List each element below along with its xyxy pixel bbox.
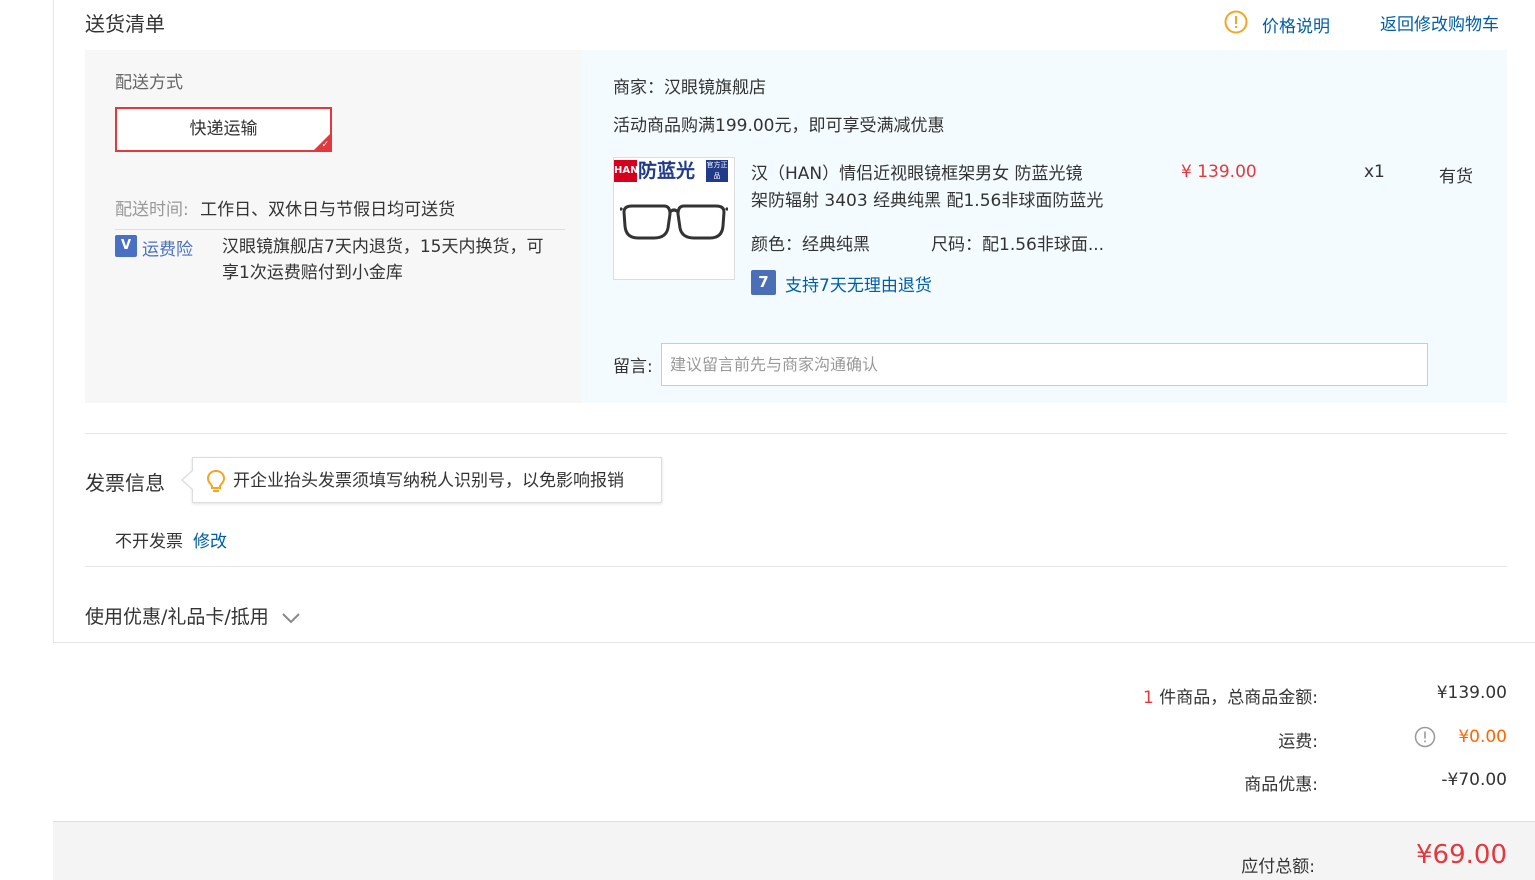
- product-name-line2: 架防辐射 3403 经典纯黑 配1.56非球面防蓝光: [751, 191, 1104, 211]
- lightbulb-icon: [206, 469, 226, 492]
- product-name[interactable]: 汉（HAN）情侣近视眼镜框架男女 防蓝光镜 架防辐射 3403 经典纯黑 配1.…: [751, 161, 1161, 215]
- freight-insurance-desc-line1: 汉眼镜旗舰店7天内退货，15天内换货，可: [222, 237, 544, 257]
- product-price: ¥ 139.00: [1181, 162, 1257, 182]
- discount-label: 商品优惠:: [1244, 775, 1318, 795]
- message-label: 留言:: [613, 357, 653, 377]
- stock-status: 有货: [1439, 167, 1473, 187]
- express-shipping-button[interactable]: 快递运输 ✓: [115, 107, 332, 152]
- check-icon: ✓: [321, 140, 329, 150]
- delivery-time-value: 工作日、双休日与节假日均可送货: [200, 200, 456, 220]
- freight-insurance-desc: 汉眼镜旗舰店7天内退货，15天内换货，可 享1次运费赔付到小金库: [222, 234, 543, 286]
- product-size: 尺码：配1.56非球面...: [931, 235, 1105, 255]
- discount-value: -¥70.00: [1441, 770, 1507, 790]
- message-input[interactable]: 建议留言前先与商家沟通确认: [661, 343, 1428, 386]
- left-divider: [53, 0, 54, 643]
- invoice-tip-text: 开企业抬头发票须填写纳税人识别号，以免影响报销: [233, 471, 624, 491]
- brand-logo: HAN: [614, 160, 638, 182]
- item-count: 1: [1143, 688, 1154, 708]
- shield-icon: V: [115, 235, 137, 257]
- product-thumbnail[interactable]: HAN 防蓝光 官方正品: [613, 157, 735, 280]
- delivery-divider: [115, 229, 565, 230]
- shipping-value: ¥0.00: [1458, 727, 1507, 747]
- invoice-tip: 开企业抬头发票须填写纳税人识别号，以免影响报销: [181, 457, 662, 503]
- total-amount: ¥139.00: [1436, 683, 1507, 703]
- invoice-title: 发票信息: [85, 471, 165, 495]
- payable-label: 应付总额:: [1241, 857, 1315, 877]
- product-color: 颜色：经典纯黑: [751, 235, 870, 255]
- coupon-label: 使用优惠/礼品卡/抵用: [85, 606, 269, 628]
- merchant-name: 商家：汉眼镜旗舰店: [613, 78, 766, 98]
- info-circle-icon: [1224, 10, 1248, 34]
- shipping-label: 运费:: [1278, 732, 1318, 752]
- coupon-toggle[interactable]: 使用优惠/礼品卡/抵用: [85, 602, 301, 629]
- chevron-down-icon: [282, 612, 300, 623]
- thumbnail-flag: 官方正品: [706, 160, 728, 182]
- payable-value: ¥69.00: [1416, 840, 1507, 870]
- glasses-image: [620, 204, 728, 240]
- thumbnail-tag: 防蓝光: [638, 160, 696, 182]
- tip-arrow-inner: [183, 470, 194, 490]
- item-count-suffix: 件商品，总商品金额:: [1159, 688, 1318, 708]
- back-to-cart-link[interactable]: 返回修改购物车: [1380, 10, 1499, 35]
- shipping-info-icon[interactable]: [1414, 726, 1436, 748]
- delivery-time-label: 配送时间:: [115, 200, 189, 220]
- express-shipping-label: 快递运输: [189, 119, 258, 139]
- freight-insurance-label[interactable]: 运费险: [142, 235, 193, 260]
- divider-coupon: [85, 566, 1507, 567]
- promo-text: 活动商品购满199.00元，即可享受满减优惠: [613, 116, 945, 136]
- invoice-edit-link[interactable]: 修改: [193, 527, 227, 552]
- delivery-time-row: 配送时间: 工作日、双休日与节假日均可送货: [115, 195, 455, 220]
- seven-day-return-icon: 7: [751, 270, 776, 295]
- delivery-panel: [85, 50, 582, 403]
- product-name-line1: 汉（HAN）情侣近视眼镜框架男女 防蓝光镜: [751, 164, 1083, 184]
- product-quantity: x1: [1364, 162, 1385, 182]
- return-policy-text: 支持7天无理由退货: [785, 276, 932, 296]
- section-title: 送货清单: [85, 12, 165, 36]
- divider-invoice: [85, 433, 1507, 434]
- freight-insurance-desc-line2: 享1次运费赔付到小金库: [222, 263, 403, 283]
- divider-summary: [53, 642, 1535, 643]
- price-note-link[interactable]: 价格说明: [1262, 12, 1330, 37]
- invoice-status: 不开发票: [115, 532, 183, 552]
- delivery-method-label: 配送方式: [115, 73, 183, 93]
- item-count-row: 1 件商品，总商品金额:: [1000, 683, 1318, 708]
